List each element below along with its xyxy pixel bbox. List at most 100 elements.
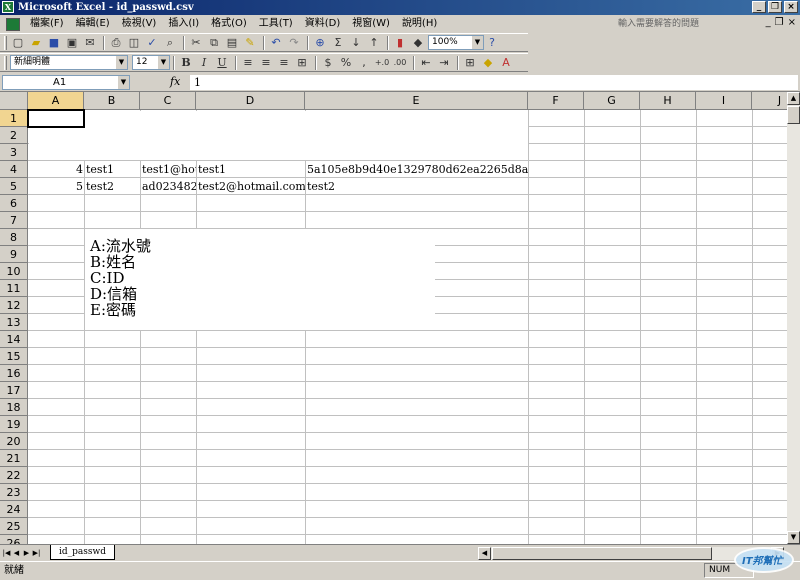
column-header-a[interactable]: A xyxy=(28,92,84,110)
row-header-3[interactable]: 3 xyxy=(0,144,28,161)
print-icon[interactable]: ⎙ xyxy=(108,35,124,51)
cell-e4[interactable]: 5a105e8b9d40e1329780d62ea2265d8a xyxy=(306,161,528,178)
decrease-decimal-icon[interactable]: .00 xyxy=(392,55,408,71)
doc-restore-button[interactable]: ❐ xyxy=(775,17,784,28)
font-name-select[interactable]: 新細明體 ▼ xyxy=(10,55,128,70)
copy-icon[interactable]: ⧉ xyxy=(206,35,222,51)
row-header-13[interactable]: 13 xyxy=(0,314,28,331)
row-header-1[interactable]: 1 xyxy=(0,110,28,127)
cell-d5[interactable]: test2@hotmail.com xyxy=(197,178,305,195)
new-icon[interactable]: ▢ xyxy=(10,35,26,51)
underline-button[interactable]: U xyxy=(214,55,230,71)
row-header-25[interactable]: 25 xyxy=(0,518,28,535)
menu-format[interactable]: 格式(O) xyxy=(205,15,253,33)
select-all-corner[interactable] xyxy=(0,92,28,110)
cell-b4[interactable]: test1 xyxy=(85,161,140,178)
scroll-up-icon[interactable]: ▲ xyxy=(787,92,800,105)
spelling-icon[interactable]: ✓ xyxy=(144,35,160,51)
row-header-23[interactable]: 23 xyxy=(0,484,28,501)
sort-descending-icon[interactable]: ↑ xyxy=(366,35,382,51)
column-header-e[interactable]: E xyxy=(305,92,528,110)
cell-c5[interactable]: ad0234829 xyxy=(141,178,196,195)
research-icon[interactable]: ⌕ xyxy=(162,35,178,51)
row-header-15[interactable]: 15 xyxy=(0,348,28,365)
first-sheet-icon[interactable]: |◀ xyxy=(2,548,11,559)
formula-input[interactable]: 1 xyxy=(190,75,798,90)
paste-icon[interactable]: ▤ xyxy=(224,35,240,51)
menu-view[interactable]: 檢視(V) xyxy=(116,15,163,33)
name-box[interactable]: A1 ▼ xyxy=(2,75,130,90)
row-header-5[interactable]: 5 xyxy=(0,178,28,195)
toolbar-grip[interactable] xyxy=(4,35,7,50)
doc-close-button[interactable]: × xyxy=(788,17,796,28)
chevron-down-icon[interactable]: ▼ xyxy=(116,56,127,69)
column-header-h[interactable]: H xyxy=(640,92,696,110)
row-header-14[interactable]: 14 xyxy=(0,331,28,348)
h-scroll-thumb[interactable] xyxy=(492,547,712,560)
sort-ascending-icon[interactable]: ↓ xyxy=(348,35,364,51)
cell-a4[interactable]: 4 xyxy=(29,161,84,178)
align-right-icon[interactable]: ≡ xyxy=(276,55,292,71)
fill-color-icon[interactable]: ◆ xyxy=(480,55,496,71)
row-header-2[interactable]: 2 xyxy=(0,127,28,144)
minimize-button[interactable]: _ xyxy=(752,1,766,13)
column-header-i[interactable]: I xyxy=(696,92,752,110)
font-color-icon[interactable]: A xyxy=(498,55,514,71)
column-header-f[interactable]: F xyxy=(528,92,584,110)
cell-a5[interactable]: 5 xyxy=(29,178,84,195)
next-sheet-icon[interactable]: ▶ xyxy=(22,548,31,559)
row-header-21[interactable]: 21 xyxy=(0,450,28,467)
zoom-select[interactable]: 100% ▼ xyxy=(428,35,484,50)
column-header-c[interactable]: C xyxy=(140,92,196,110)
cut-icon[interactable]: ✂ xyxy=(188,35,204,51)
align-left-icon[interactable]: ≡ xyxy=(240,55,256,71)
cell-d4[interactable]: test1 xyxy=(197,161,305,178)
cell-b5[interactable]: test2 xyxy=(85,178,140,195)
prev-sheet-icon[interactable]: ◀ xyxy=(12,548,21,559)
column-header-j[interactable]: J xyxy=(752,92,787,110)
sheet-tab-id-passwd[interactable]: id_passwd xyxy=(50,545,115,560)
menu-tools[interactable]: 工具(T) xyxy=(253,15,299,33)
cell-e5[interactable]: test2 xyxy=(306,178,528,195)
merge-center-icon[interactable]: ⊞ xyxy=(294,55,310,71)
undo-icon[interactable]: ↶ xyxy=(268,35,284,51)
redo-icon[interactable]: ↷ xyxy=(286,35,302,51)
currency-button[interactable]: $ xyxy=(320,55,336,71)
permission-icon[interactable]: ▣ xyxy=(64,35,80,51)
column-header-g[interactable]: G xyxy=(584,92,640,110)
worksheet-grid[interactable]: A B C D E F G H I J 1 2 3 4 5 6 7 8 9 10… xyxy=(0,92,787,544)
row-header-9[interactable]: 9 xyxy=(0,246,28,263)
open-icon[interactable]: ▰ xyxy=(28,35,44,51)
chevron-down-icon[interactable]: ▼ xyxy=(118,76,129,89)
row-header-16[interactable]: 16 xyxy=(0,365,28,382)
increase-indent-icon[interactable]: ⇥ xyxy=(436,55,452,71)
bold-button[interactable]: B xyxy=(178,55,194,71)
autosum-icon[interactable]: Σ xyxy=(330,35,346,51)
row-header-17[interactable]: 17 xyxy=(0,382,28,399)
decrease-indent-icon[interactable]: ⇤ xyxy=(418,55,434,71)
toolbar-grip[interactable] xyxy=(4,55,7,70)
help-icon[interactable]: ? xyxy=(484,35,500,51)
insert-function-icon[interactable]: fx xyxy=(170,75,180,88)
row-header-10[interactable]: 10 xyxy=(0,263,28,280)
doc-minimize-button[interactable]: _ xyxy=(766,17,771,28)
borders-icon[interactable]: ⊞ xyxy=(462,55,478,71)
italic-button[interactable]: I xyxy=(196,55,212,71)
menu-insert[interactable]: 插入(I) xyxy=(162,15,205,33)
excel-app-icon[interactable]: X xyxy=(2,1,14,13)
close-button[interactable]: × xyxy=(784,1,798,13)
row-header-4[interactable]: 4 xyxy=(0,161,28,178)
hyperlink-icon[interactable]: ⊕ xyxy=(312,35,328,51)
row-header-8[interactable]: 8 xyxy=(0,229,28,246)
menu-help[interactable]: 說明(H) xyxy=(396,15,443,33)
row-header-22[interactable]: 22 xyxy=(0,467,28,484)
align-center-icon[interactable]: ≡ xyxy=(258,55,274,71)
chevron-down-icon[interactable]: ▼ xyxy=(472,36,483,49)
scroll-left-icon[interactable]: ◀ xyxy=(478,547,491,560)
chart-wizard-icon[interactable]: ▮ xyxy=(392,35,408,51)
row-header-18[interactable]: 18 xyxy=(0,399,28,416)
row-header-11[interactable]: 11 xyxy=(0,280,28,297)
row-header-7[interactable]: 7 xyxy=(0,212,28,229)
percent-button[interactable]: % xyxy=(338,55,354,71)
last-sheet-icon[interactable]: ▶| xyxy=(32,548,41,559)
